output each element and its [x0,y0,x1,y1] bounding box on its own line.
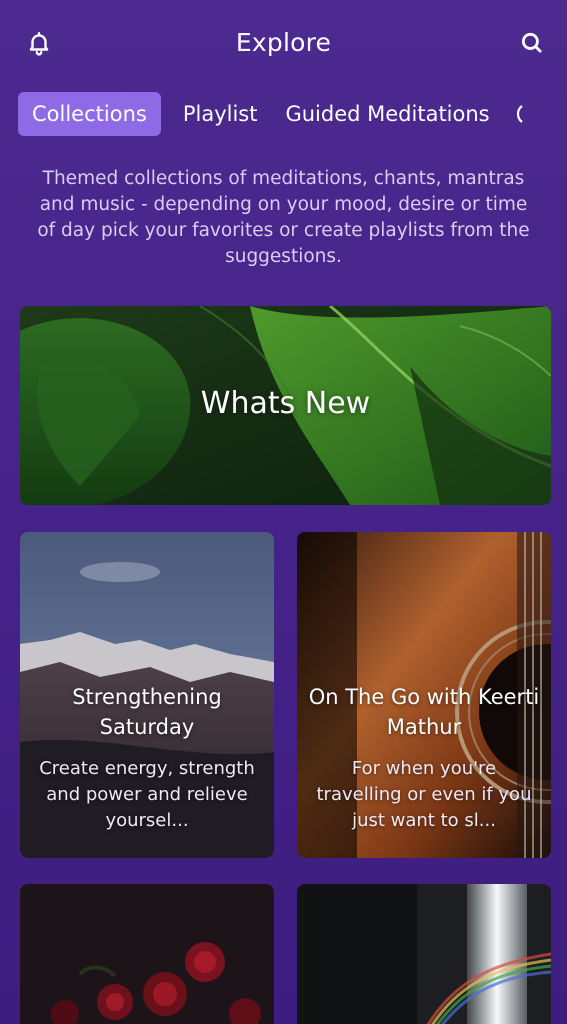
tab-guided-meditations[interactable]: Guided Meditations [277,92,497,136]
section-description: Themed collections of meditations, chant… [37,168,530,267]
roses-image [20,884,274,1024]
collection-card[interactable]: On The Go with Keerti Mathur For when yo… [297,532,551,858]
page-title: Explore [235,28,332,57]
search-icon[interactable] [517,28,547,58]
collection-card[interactable] [297,884,551,1024]
whats-new-title: Whats New [200,386,371,421]
whats-new-card[interactable]: Whats New [20,306,551,505]
collection-title: On The Go with Keerti Mathur [308,685,540,739]
collection-title: Strengthening Saturday [72,685,222,739]
collection-subtitle: Create energy, strength and power and re… [39,758,255,831]
tab-collections[interactable]: Collections [18,92,161,136]
category-tabs: Collections Playlist Guided Meditations [18,92,567,136]
collection-card[interactable] [20,884,274,1024]
collection-card[interactable]: Strengthening Saturday Create energy, st… [20,532,274,858]
tab-overflow[interactable] [506,92,523,136]
waterfall-image [297,884,551,1024]
top-bar: Explore [0,20,567,66]
collection-subtitle: For when you're travelling or even if yo… [316,758,532,831]
tab-playlist[interactable]: Playlist [175,92,266,136]
explore-screen: Explore Collections Playlist Guided Medita… [0,0,567,1024]
